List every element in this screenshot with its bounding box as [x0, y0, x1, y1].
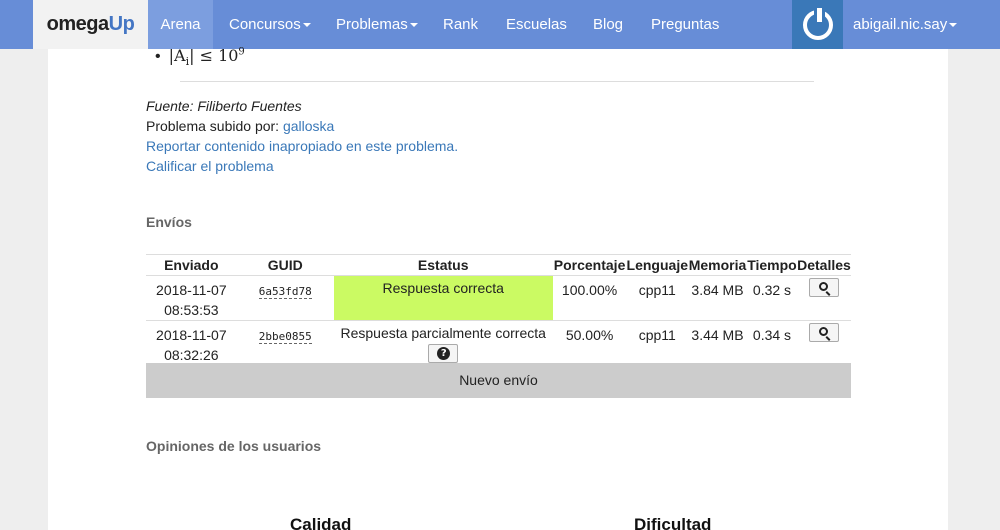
report-link[interactable]: Reportar contenido inapropiado en este p…	[146, 136, 458, 156]
nav-blog[interactable]: Blog	[593, 0, 623, 49]
nav-preguntas[interactable]: Preguntas	[651, 0, 719, 49]
details-button[interactable]	[808, 323, 839, 342]
difficulty-label: Dificultad	[634, 515, 712, 530]
nav-problemas[interactable]: Problemas	[336, 0, 418, 49]
percent-cell: 50.00%	[552, 320, 627, 365]
top-navbar: omega Up Arena Concursos Problemas Rank E…	[0, 0, 1000, 49]
details-cell	[796, 320, 851, 365]
language-cell: cpp11	[626, 320, 689, 365]
chevron-down-icon	[949, 23, 958, 28]
constraint-item: • |Ai| ≤ 109	[155, 46, 245, 69]
quality-label: Calidad	[290, 515, 352, 530]
table-row: 2018-11-07 08:53:53 6a53fd78 Respuesta co…	[146, 275, 851, 321]
status-badge: Respuesta correcta	[333, 275, 553, 321]
header-memoria: Memoria	[688, 254, 747, 276]
omegaup-logo[interactable]: omega Up	[33, 0, 148, 49]
submissions-title: Envíos	[146, 214, 192, 230]
details-button[interactable]	[808, 278, 839, 297]
user-menu[interactable]: abigail.nic.say	[853, 0, 958, 49]
language-cell: cpp11	[626, 275, 689, 321]
chevron-down-icon	[302, 23, 311, 28]
percent-cell: 100.00%	[552, 275, 627, 321]
nav-concursos[interactable]: Concursos	[229, 0, 311, 49]
nav-escuelas[interactable]: Escuelas	[506, 0, 567, 49]
submitted-at: 2018-11-07 08:32:26	[146, 320, 237, 365]
guid-value[interactable]: 6a53fd78	[258, 285, 312, 299]
uploader-link[interactable]: galloska	[283, 118, 334, 134]
header-detalles: Detalles	[796, 254, 851, 276]
header-estatus: Estatus	[333, 254, 553, 276]
divider	[180, 81, 814, 82]
memory-cell: 3.44 MB	[688, 320, 747, 365]
chevron-down-icon	[409, 23, 418, 28]
user-avatar[interactable]	[792, 0, 843, 49]
zoom-in-icon	[818, 282, 828, 291]
status-cell: Respuesta parcialmente correcta ?	[333, 320, 553, 365]
new-submission-button[interactable]: Nuevo envío	[146, 363, 851, 398]
uploaded-by: Problema subido por: galloska	[146, 118, 335, 134]
rate-problem-link[interactable]: Calificar el problema	[146, 156, 274, 176]
header-lenguaje: Lenguaje	[626, 254, 689, 276]
guid-cell: 2bbe0855	[236, 320, 334, 365]
nav-rank[interactable]: Rank	[443, 0, 478, 49]
question-circle-icon: ?	[437, 347, 451, 360]
nav-arena[interactable]: Arena	[148, 0, 213, 49]
table-row: 2018-11-07 08:32:26 2bbe0855 Respuesta pa…	[146, 320, 851, 365]
header-guid: GUID	[236, 254, 334, 276]
header-tiempo: Tiempo	[746, 254, 797, 276]
bullet: •	[155, 48, 161, 65]
submitted-at: 2018-11-07 08:53:53	[146, 275, 237, 321]
power-icon	[802, 7, 833, 40]
guid-value[interactable]: 2bbe0855	[258, 330, 312, 344]
header-enviado: Enviado	[146, 254, 237, 276]
zoom-in-icon	[818, 327, 828, 336]
status-text: Respuesta parcialmente correcta	[340, 325, 546, 341]
opinions-title: Opiniones de los usuarios	[146, 438, 322, 454]
header-porcentaje: Porcentaje	[552, 254, 627, 276]
guid-cell: 6a53fd78	[236, 275, 334, 321]
submissions-table: Enviado GUID Estatus Porcentaje Lenguaje…	[146, 254, 851, 365]
table-header: Enviado GUID Estatus Porcentaje Lenguaje…	[146, 254, 851, 276]
status-help-button[interactable]: ?	[428, 344, 459, 363]
details-cell	[796, 275, 851, 321]
problem-source: Fuente: Filiberto Fuentes	[146, 98, 302, 114]
memory-cell: 3.84 MB	[688, 275, 747, 321]
runtime-cell: 0.32 s	[746, 275, 797, 321]
runtime-cell: 0.34 s	[746, 320, 797, 365]
